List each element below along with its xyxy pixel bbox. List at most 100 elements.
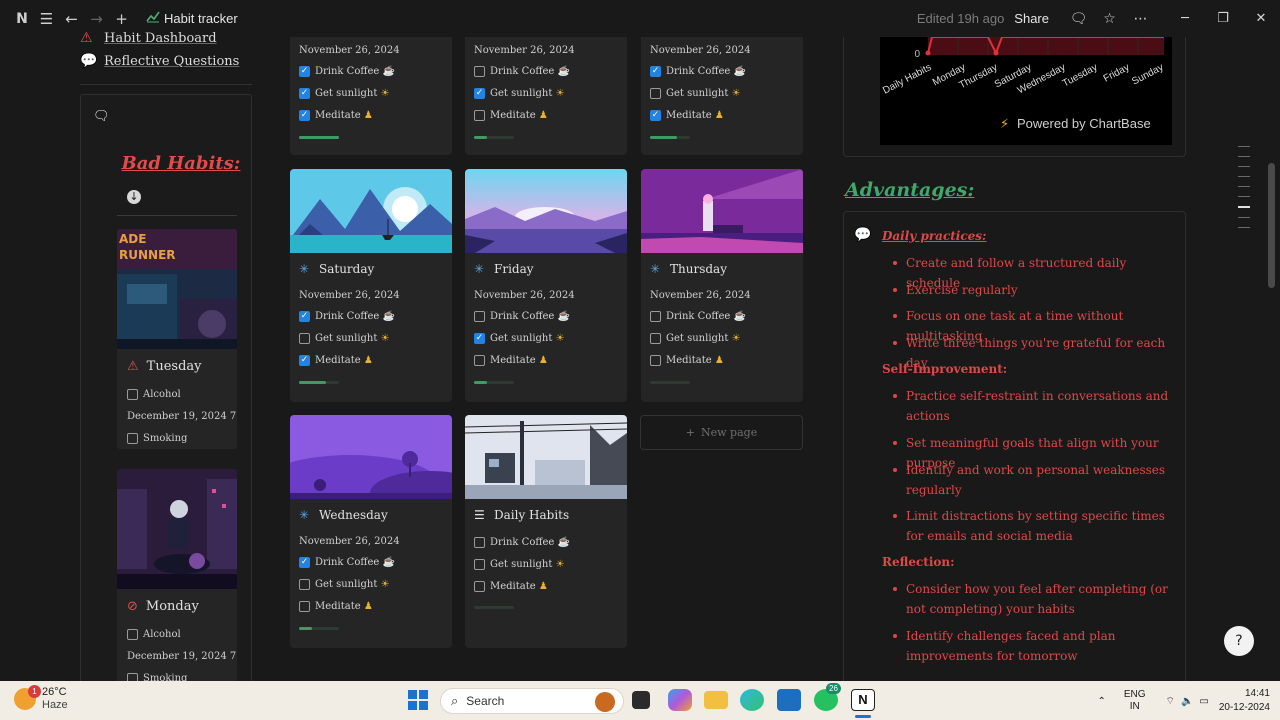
- maximize-icon[interactable]: ❐: [1204, 11, 1242, 26]
- checkbox[interactable]: [650, 65, 661, 77]
- card-title[interactable]: ⚠ Tuesday: [117, 349, 237, 383]
- habit-drink-coffee[interactable]: Drink Coffee ☕: [641, 305, 803, 327]
- gallery-card[interactable]: November 26, 2024 Drink Coffee ☕ Get sun…: [641, 37, 803, 155]
- language-indicator[interactable]: ENG IN: [1124, 689, 1146, 713]
- checkbox[interactable]: [474, 310, 485, 322]
- habit-get-sunlight[interactable]: Get sunlight ☀: [641, 327, 803, 349]
- checkbox[interactable]: [474, 109, 485, 121]
- card-title[interactable]: ⊘ Monday: [117, 589, 237, 623]
- page-outline[interactable]: [1238, 146, 1250, 237]
- bad-habit-card-monday[interactable]: ⊘ Monday Alcohol December 19, 2024 7:40 …: [117, 469, 237, 689]
- habit-drink-coffee[interactable]: Drink Coffee ☕: [290, 551, 452, 573]
- card-title[interactable]: ✳ Thursday: [641, 253, 803, 285]
- link-reflective-questions[interactable]: 💬 Reflective Questions: [80, 48, 252, 74]
- whatsapp-icon[interactable]: 26: [814, 683, 841, 711]
- bad-habit-card-tuesday[interactable]: ADE RUNNER ⚠ Tuesday Alcohol December 19…: [117, 229, 237, 449]
- checkbox[interactable]: [299, 556, 310, 568]
- back-arrow-icon[interactable]: ←: [59, 10, 84, 28]
- habit-meditate[interactable]: Meditate ♟: [290, 104, 452, 126]
- more-options-icon[interactable]: ⋯: [1125, 11, 1156, 27]
- favorite-star-icon[interactable]: ☆: [1094, 11, 1125, 27]
- forward-arrow-icon[interactable]: →: [84, 10, 109, 28]
- notion-icon[interactable]: N: [851, 689, 875, 711]
- checkbox[interactable]: [299, 87, 310, 99]
- habit-drink-coffee[interactable]: Drink Coffee ☕: [641, 60, 803, 82]
- prop-alcohol[interactable]: Alcohol: [117, 623, 237, 645]
- new-page-plus-icon[interactable]: +: [109, 10, 134, 28]
- comment-icon[interactable]: 🗨: [1063, 11, 1094, 27]
- checkbox[interactable]: [299, 65, 310, 77]
- weather-widget[interactable]: 1 26°C Haze: [14, 685, 68, 712]
- card-title[interactable]: ✳ Saturday: [290, 253, 452, 285]
- help-icon[interactable]: ?: [1224, 626, 1254, 656]
- habit-get-sunlight[interactable]: Get sunlight ☀: [641, 82, 803, 104]
- store-icon[interactable]: [777, 689, 801, 711]
- habit-get-sunlight[interactable]: Get sunlight ☀: [465, 553, 627, 575]
- minimize-icon[interactable]: ─: [1166, 11, 1204, 26]
- checkbox[interactable]: [127, 388, 138, 400]
- task-view-icon[interactable]: [632, 691, 650, 709]
- checkbox[interactable]: [650, 332, 661, 344]
- arrow-down-icon[interactable]: ↓: [127, 190, 141, 204]
- chevron-up-icon[interactable]: ⌃: [1097, 696, 1105, 707]
- habit-meditate[interactable]: Meditate ♟: [290, 595, 452, 617]
- checkbox[interactable]: [474, 536, 485, 548]
- checkbox[interactable]: [127, 628, 138, 640]
- notion-logo-icon[interactable]: N: [10, 11, 34, 27]
- menu-icon[interactable]: ☰: [34, 10, 59, 28]
- copilot-icon[interactable]: [668, 689, 692, 711]
- habit-meditate[interactable]: Meditate ♟: [465, 104, 627, 126]
- habit-drink-coffee[interactable]: Drink Coffee ☕: [465, 305, 627, 327]
- habit-get-sunlight[interactable]: Get sunlight ☀: [290, 573, 452, 595]
- close-icon[interactable]: ✕: [1242, 11, 1280, 26]
- card-title[interactable]: ✳ Friday: [465, 253, 627, 285]
- checkbox[interactable]: [474, 354, 485, 366]
- checkbox[interactable]: [299, 310, 310, 322]
- habit-drink-coffee[interactable]: Drink Coffee ☕: [290, 60, 452, 82]
- callout-icon[interactable]: 🗨: [93, 109, 110, 124]
- gallery-card-daily-habits[interactable]: ☰ Daily Habits Drink Coffee ☕ Get sunlig…: [465, 415, 627, 648]
- gallery-card[interactable]: November 26, 2024 Drink Coffee ☕ Get sun…: [290, 37, 452, 155]
- wifi-icon[interactable]: ⌔: [1166, 695, 1175, 708]
- checkbox[interactable]: [127, 432, 138, 444]
- link-habit-dashboard[interactable]: ⚠ Habit Dashboard: [80, 28, 252, 48]
- checkbox[interactable]: [474, 558, 485, 570]
- gallery-card-wednesday[interactable]: ✳ Wednesday November 26, 2024 Drink Coff…: [290, 415, 452, 648]
- scrollbar[interactable]: [1268, 163, 1275, 288]
- gallery-card-saturday[interactable]: ✳ Saturday November 26, 2024 Drink Coffe…: [290, 169, 452, 402]
- habit-meditate[interactable]: Meditate ♟: [290, 349, 452, 371]
- page-title[interactable]: Habit tracker: [164, 11, 238, 26]
- habit-drink-coffee[interactable]: Drink Coffee ☕: [465, 531, 627, 553]
- habit-drink-coffee[interactable]: Drink Coffee ☕: [465, 60, 627, 82]
- habit-get-sunlight[interactable]: Get sunlight ☀: [290, 82, 452, 104]
- habit-drink-coffee[interactable]: Drink Coffee ☕: [290, 305, 452, 327]
- file-explorer-icon[interactable]: [704, 691, 728, 709]
- habit-get-sunlight[interactable]: Get sunlight ☀: [465, 327, 627, 349]
- card-title[interactable]: ✳ Wednesday: [290, 499, 452, 531]
- checkbox[interactable]: [474, 332, 485, 344]
- gallery-card-thursday[interactable]: ✳ Thursday November 26, 2024 Drink Coffe…: [641, 169, 803, 402]
- checkbox[interactable]: [299, 578, 310, 590]
- gallery-card[interactable]: November 26, 2024 Drink Coffee ☕ Get sun…: [465, 37, 627, 155]
- checkbox[interactable]: [650, 109, 661, 121]
- habit-get-sunlight[interactable]: Get sunlight ☀: [290, 327, 452, 349]
- habit-meditate[interactable]: Meditate ♟: [465, 575, 627, 597]
- new-page-button[interactable]: + New page: [640, 415, 803, 450]
- battery-icon[interactable]: ▭: [1199, 696, 1208, 707]
- checkbox[interactable]: [474, 65, 485, 77]
- checkbox[interactable]: [650, 87, 661, 99]
- prop-alcohol[interactable]: Alcohol: [117, 383, 237, 405]
- habit-meditate[interactable]: Meditate ♟: [641, 349, 803, 371]
- card-title[interactable]: ☰ Daily Habits: [465, 499, 627, 531]
- habit-meditate[interactable]: Meditate ♟: [465, 349, 627, 371]
- clock[interactable]: 14:41 20-12-2024: [1219, 687, 1270, 715]
- checkbox[interactable]: [474, 580, 485, 592]
- prop-smoking[interactable]: Smoking: [117, 427, 237, 449]
- taskbar-search[interactable]: ⌕ Search: [440, 688, 624, 714]
- volume-icon[interactable]: 🔈: [1181, 696, 1193, 707]
- checkbox[interactable]: [299, 354, 310, 366]
- checkbox[interactable]: [299, 600, 310, 612]
- checkbox[interactable]: [650, 310, 661, 322]
- habit-meditate[interactable]: Meditate ♟: [641, 104, 803, 126]
- windows-start-icon[interactable]: [408, 690, 428, 710]
